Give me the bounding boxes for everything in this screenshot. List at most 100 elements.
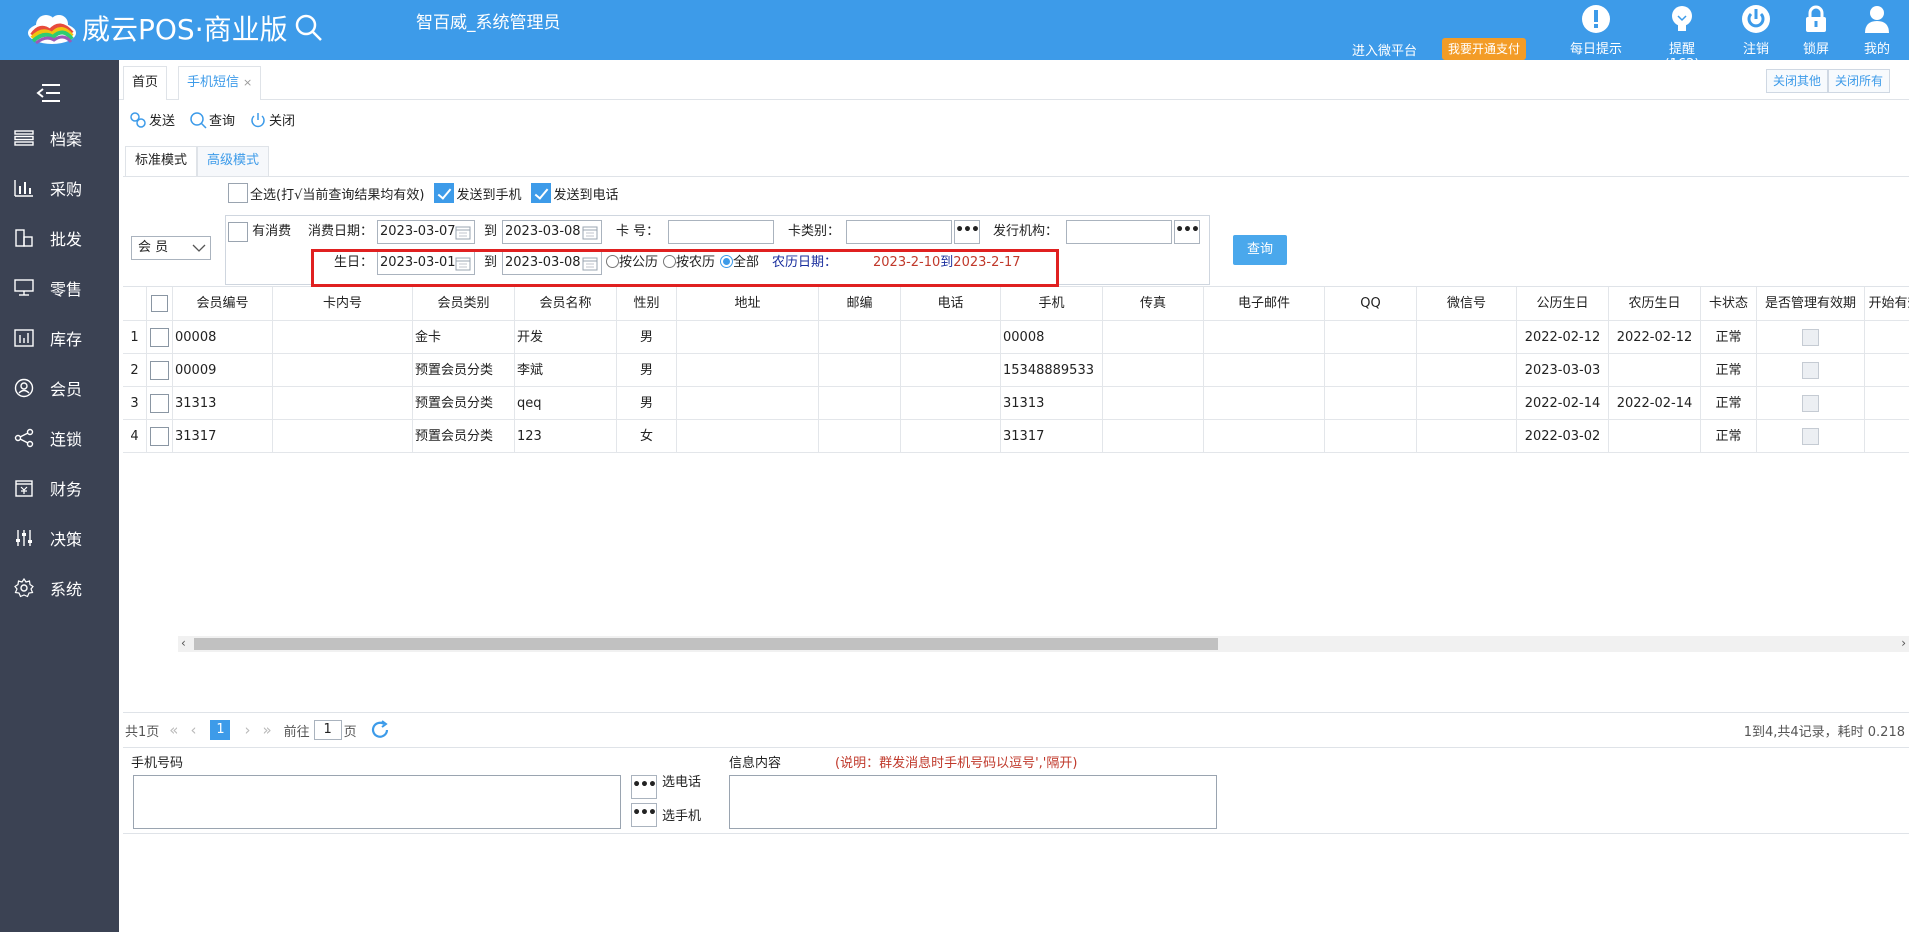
card-no-input[interactable] [668, 220, 774, 244]
next-page-icon[interactable]: › [244, 721, 250, 739]
column-header[interactable]: 邮编 [819, 287, 901, 321]
query-submit-button[interactable]: 查询 [1233, 235, 1287, 265]
daily-tip-button[interactable]: 每日提示 [1566, 4, 1626, 57]
select-all-rows-checkbox[interactable] [151, 295, 168, 312]
row-checkbox[interactable] [150, 427, 169, 446]
column-header[interactable]: 是否管理有效期 [1757, 287, 1865, 321]
column-header[interactable]: 手机 [1001, 287, 1103, 321]
sidebar-item-wholesale[interactable]: 批发 [0, 218, 119, 258]
column-header[interactable]: 会员名称 [515, 287, 617, 321]
logout-button[interactable]: 注销 [1726, 4, 1786, 57]
tab-sms[interactable]: 手机短信 × [178, 66, 262, 100]
select-all-checkbox[interactable] [228, 183, 248, 203]
manage-validity-checkbox[interactable] [1802, 395, 1819, 412]
close-page-button[interactable]: 关闭 [249, 110, 295, 129]
calendar-icon[interactable] [582, 225, 598, 240]
column-header[interactable]: 开始有效 [1865, 287, 1909, 321]
column-header[interactable]: 卡状态 [1701, 287, 1757, 321]
send-to-mobile-option[interactable]: 发送到手机 [432, 183, 521, 203]
column-header[interactable]: QQ [1325, 287, 1417, 321]
card-type-input[interactable] [846, 220, 952, 244]
sidebar-item-finance[interactable]: 财务 [0, 468, 119, 508]
tab-standard-mode[interactable]: 标准模式 [125, 146, 198, 176]
send-to-mobile-checkbox[interactable] [434, 183, 455, 203]
scroll-left-icon[interactable]: ‹ [181, 636, 186, 650]
has-consumption-checkbox[interactable] [228, 221, 248, 242]
consume-date-to-input[interactable]: 2023-03-08 [502, 220, 602, 244]
column-header[interactable]: 公历生日 [1517, 287, 1609, 321]
row-checkbox[interactable] [150, 394, 169, 413]
collapse-menu-icon[interactable] [36, 82, 62, 104]
sidebar-item-label: 决策 [50, 530, 83, 549]
current-page-button[interactable]: 1 [210, 720, 231, 740]
tab-home[interactable]: 首页 [123, 66, 168, 100]
sidebar-item-purchase[interactable]: 采购 [0, 168, 119, 208]
sidebar-item-chain[interactable]: 连锁 [0, 418, 119, 458]
close-icon[interactable]: × [243, 76, 252, 89]
close-others-button[interactable]: 关闭其他 [1765, 69, 1828, 93]
table-cell [1103, 321, 1204, 354]
weiplatform-link[interactable]: 进入微平台 [1352, 40, 1417, 59]
column-header[interactable]: 微信号 [1417, 287, 1517, 321]
table-cell [1417, 420, 1517, 453]
sidebar-item-system[interactable]: 系统 [0, 568, 119, 608]
row-checkbox[interactable] [150, 361, 169, 380]
has-consumption-option[interactable]: 有消费 [228, 220, 291, 244]
prev-page-icon[interactable]: ‹ [190, 721, 196, 739]
archive-icon [10, 130, 38, 146]
column-header[interactable]: 农历生日 [1609, 287, 1701, 321]
sidebar-item-retail[interactable]: 零售 [0, 268, 119, 308]
first-page-icon[interactable]: « [169, 721, 178, 739]
table-cell: 00008 [173, 321, 273, 354]
tab-advanced-mode[interactable]: 高级模式 [197, 146, 270, 176]
send-button[interactable]: 发送 [129, 110, 175, 129]
manage-validity-checkbox[interactable] [1802, 428, 1819, 445]
column-header[interactable]: 电话 [901, 287, 1001, 321]
close-all-button[interactable]: 关闭所有 [1827, 69, 1890, 93]
consume-date-from-input[interactable]: 2023-03-07 [377, 220, 475, 244]
sidebar-item-stock[interactable]: 库存 [0, 318, 119, 358]
table-cell [1325, 354, 1417, 387]
column-header[interactable]: 会员类别 [413, 287, 515, 321]
last-page-icon[interactable]: » [262, 721, 271, 739]
sidebar-item-decision[interactable]: 决策 [0, 518, 119, 558]
scrollbar-thumb[interactable] [194, 638, 1218, 650]
pick-phone-button[interactable]: ••• [631, 775, 657, 799]
lock-screen-button[interactable]: 锁屏 [1786, 4, 1846, 57]
manage-validity-checkbox[interactable] [1802, 329, 1819, 346]
open-payment-button[interactable]: 我要开通支付 [1442, 38, 1527, 60]
query-button[interactable]: 查询 [189, 110, 235, 129]
column-header[interactable]: 卡内号 [273, 287, 413, 321]
goto-page-input[interactable]: 1 [313, 720, 342, 740]
table-cell [677, 321, 819, 354]
mobile-numbers-textarea[interactable] [133, 775, 621, 829]
member-type-select[interactable]: 会 员 [131, 236, 211, 260]
calendar-icon[interactable] [455, 225, 471, 240]
column-header[interactable]: 地址 [677, 287, 819, 321]
send-to-phone-option[interactable]: 发送到电话 [529, 183, 618, 203]
horizontal-scrollbar[interactable]: ‹ › [178, 636, 1909, 652]
table-cell: 开发 [515, 321, 617, 354]
column-header[interactable]: 电子邮件 [1204, 287, 1325, 321]
card-type-picker-button[interactable]: ••• [954, 220, 980, 244]
issuer-picker-button[interactable]: ••• [1174, 220, 1200, 244]
my-account-button[interactable]: 我的 [1847, 4, 1907, 57]
select-all-option[interactable]: 全选(打√当前查询结果均有效) [226, 183, 424, 203]
manage-validity-checkbox[interactable] [1802, 362, 1819, 379]
sidebar-item-label: 零售 [50, 280, 83, 299]
search-icon[interactable] [294, 13, 324, 43]
send-to-phone-checkbox[interactable] [531, 183, 552, 203]
scroll-right-icon[interactable]: › [1901, 636, 1906, 650]
table-cell: 正常 [1701, 321, 1757, 354]
pick-mobile-button[interactable]: ••• [631, 803, 657, 827]
row-checkbox[interactable] [150, 328, 169, 347]
column-header[interactable]: 会员编号 [173, 287, 273, 321]
issuer-input[interactable] [1066, 220, 1172, 244]
message-content-textarea[interactable] [729, 775, 1217, 829]
column-header[interactable]: 传真 [1103, 287, 1204, 321]
sidebar-item-member[interactable]: 会员 [0, 368, 119, 408]
refresh-icon[interactable] [369, 719, 391, 741]
column-header[interactable]: 性别 [617, 287, 677, 321]
table-cell [273, 420, 413, 453]
sidebar-item-archive[interactable]: 档案 [0, 118, 119, 158]
